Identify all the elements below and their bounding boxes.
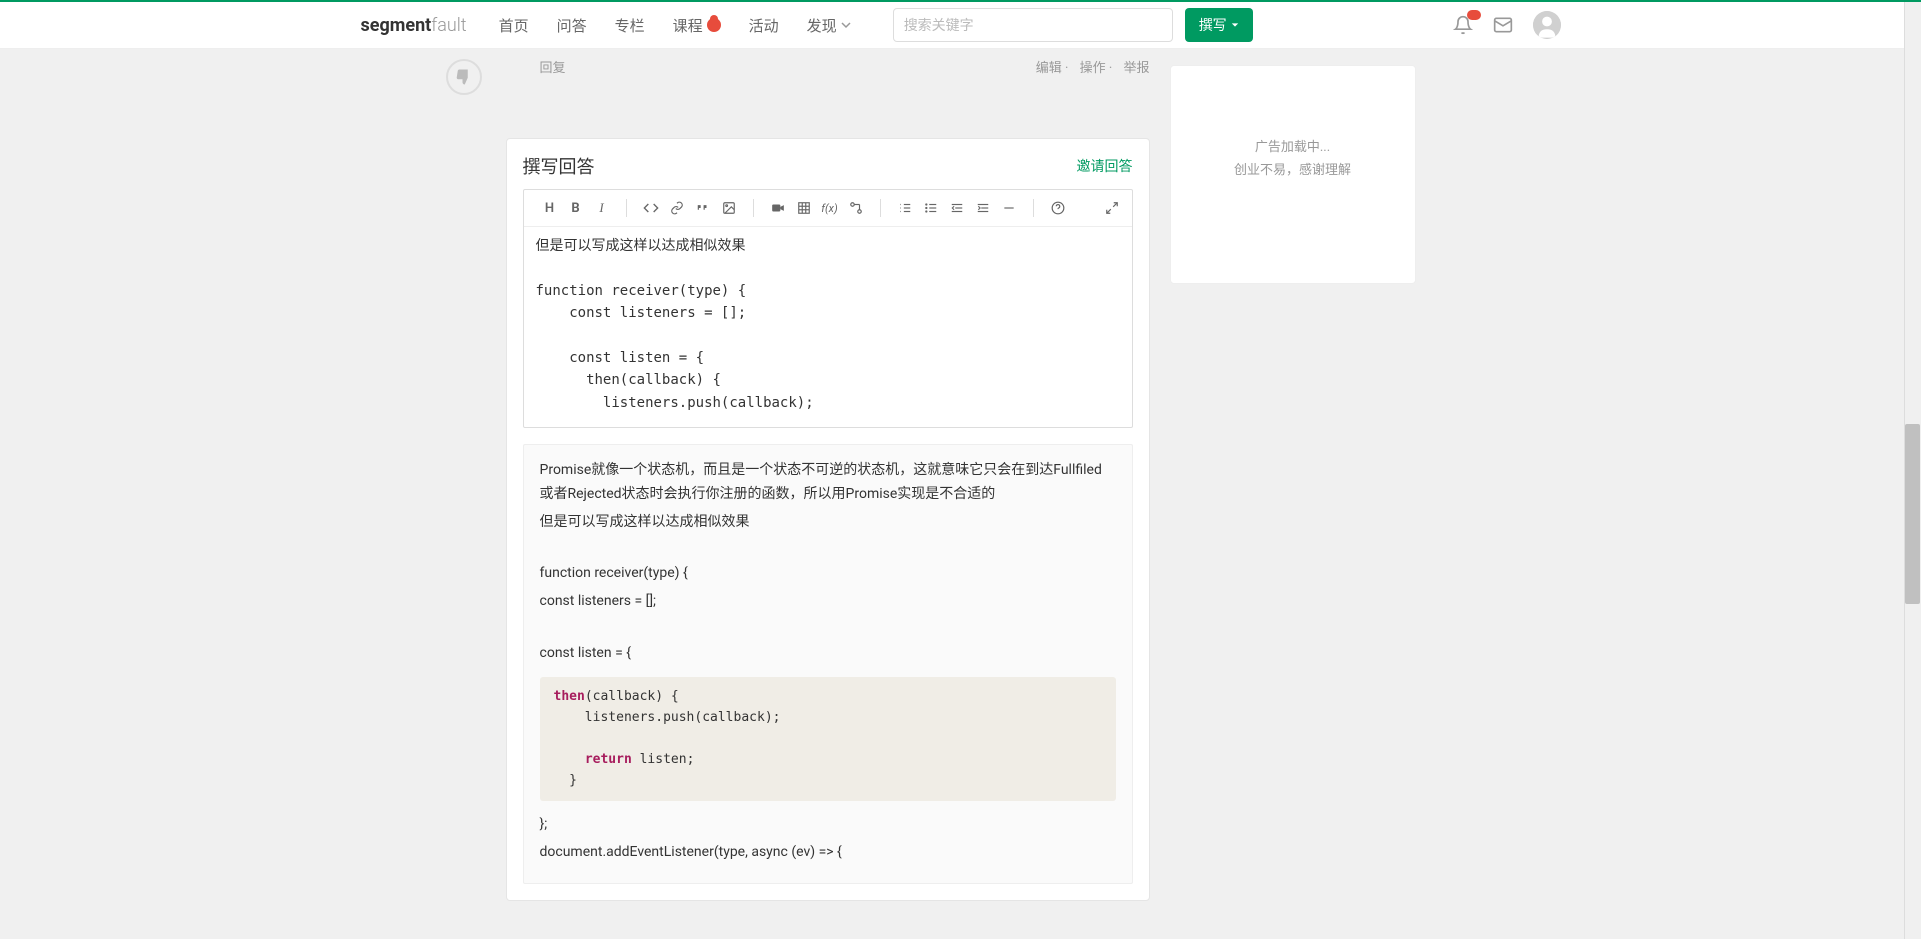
search-input[interactable]	[893, 8, 1173, 42]
logo-thin: fault	[431, 15, 466, 36]
nav-column[interactable]: 专栏	[603, 7, 657, 44]
code-text: listeners.push(callback);	[554, 710, 781, 725]
bold-button[interactable]: B	[564, 196, 588, 220]
answer-actions: 回复 编辑 · 操作 · 举报	[532, 49, 1150, 88]
ad-loading-text: 广告加载中...	[1191, 136, 1395, 159]
preview-panel: Promise就像一个状态机，而且是一个状态不可逆的状态机，这就意味它只会在到达…	[523, 444, 1133, 884]
ad-box: 广告加载中... 创业不易，感谢理解	[1170, 65, 1416, 284]
code-text: (callback) {	[585, 689, 679, 704]
code-text: listen;	[632, 752, 695, 767]
preview-line: const listeners = [];	[540, 590, 1116, 614]
avatar[interactable]	[1533, 11, 1561, 39]
code-keyword: then	[554, 689, 585, 704]
unordered-list-button[interactable]	[919, 196, 943, 220]
sidebar: 广告加载中... 创业不易，感谢理解	[1170, 65, 1416, 901]
nav-qa[interactable]: 问答	[545, 7, 599, 44]
logo-bold: segment	[361, 15, 432, 36]
preview-line: function receiver(type) {	[540, 562, 1116, 586]
heading-button[interactable]: H	[538, 196, 562, 220]
mail-icon[interactable]	[1493, 15, 1513, 35]
ad-note-text: 创业不易，感谢理解	[1191, 159, 1395, 182]
preview-line: const listen = {	[540, 642, 1116, 666]
nav-home[interactable]: 首页	[487, 7, 541, 44]
preview-line: document.addEventListener(type, async (e…	[540, 841, 1116, 865]
write-button[interactable]: 撰写	[1185, 8, 1253, 42]
editor-wrap: H B I	[523, 189, 1133, 428]
notification-badge	[1467, 10, 1481, 20]
nav-activity[interactable]: 活动	[737, 7, 791, 44]
preview-code-block: then(callback) { listeners.push(callback…	[540, 677, 1116, 801]
chevron-down-icon	[841, 20, 851, 30]
notification-icon[interactable]	[1453, 15, 1473, 35]
image-button[interactable]	[717, 196, 741, 220]
hr-button[interactable]	[997, 196, 1021, 220]
answer-editor-box: 撰写回答 邀请回答 H B I	[506, 138, 1150, 901]
formula-button[interactable]: f(x)	[818, 196, 842, 220]
ordered-list-button[interactable]	[893, 196, 917, 220]
report-link[interactable]: 举报	[1123, 61, 1149, 76]
fire-icon	[707, 18, 721, 32]
code-button[interactable]	[639, 196, 663, 220]
reply-link[interactable]: 回复	[540, 57, 566, 76]
editor-title: 撰写回答	[523, 153, 595, 179]
preview-line: 但是可以写成这样以达成相似效果	[540, 511, 1116, 535]
outdent-button[interactable]	[945, 196, 969, 220]
help-button[interactable]	[1046, 196, 1070, 220]
header: segmentfault 首页 问答 专栏 课程 活动 发现 撰写	[0, 2, 1921, 49]
video-button[interactable]	[766, 196, 790, 220]
link-button[interactable]	[665, 196, 689, 220]
logo[interactable]: segmentfault	[361, 15, 467, 36]
preview-line: Promise就像一个状态机，而且是一个状态不可逆的状态机，这就意味它只会在到达…	[540, 459, 1116, 507]
nav-discover[interactable]: 发现	[795, 7, 863, 44]
downvote-button[interactable]	[446, 59, 482, 95]
nav: 首页 问答 专栏 课程 活动 发现	[487, 7, 863, 44]
write-button-label: 撰写	[1199, 15, 1227, 35]
invite-answer-link[interactable]: 邀请回答	[1077, 156, 1133, 176]
nav-course-label: 课程	[673, 15, 703, 36]
table-button[interactable]	[792, 196, 816, 220]
code-text: }	[554, 773, 577, 788]
thumbs-down-icon	[455, 68, 473, 86]
page-scrollbar[interactable]	[1904, 2, 1921, 939]
editor-textarea[interactable]	[524, 227, 1132, 423]
quote-button[interactable]	[691, 196, 715, 220]
editor-toolbar: H B I	[524, 190, 1132, 227]
italic-button[interactable]: I	[590, 196, 614, 220]
preview-line: };	[540, 813, 1116, 837]
operate-link[interactable]: 操作	[1080, 61, 1106, 76]
caret-down-icon	[1231, 21, 1239, 29]
flowchart-button[interactable]	[844, 196, 868, 220]
scrollbar-thumb[interactable]	[1905, 424, 1920, 604]
edit-link[interactable]: 编辑	[1036, 61, 1062, 76]
nav-course[interactable]: 课程	[661, 7, 733, 44]
code-keyword: return	[585, 752, 632, 767]
nav-discover-label: 发现	[807, 15, 837, 36]
fullscreen-button[interactable]	[1100, 196, 1124, 220]
indent-button[interactable]	[971, 196, 995, 220]
